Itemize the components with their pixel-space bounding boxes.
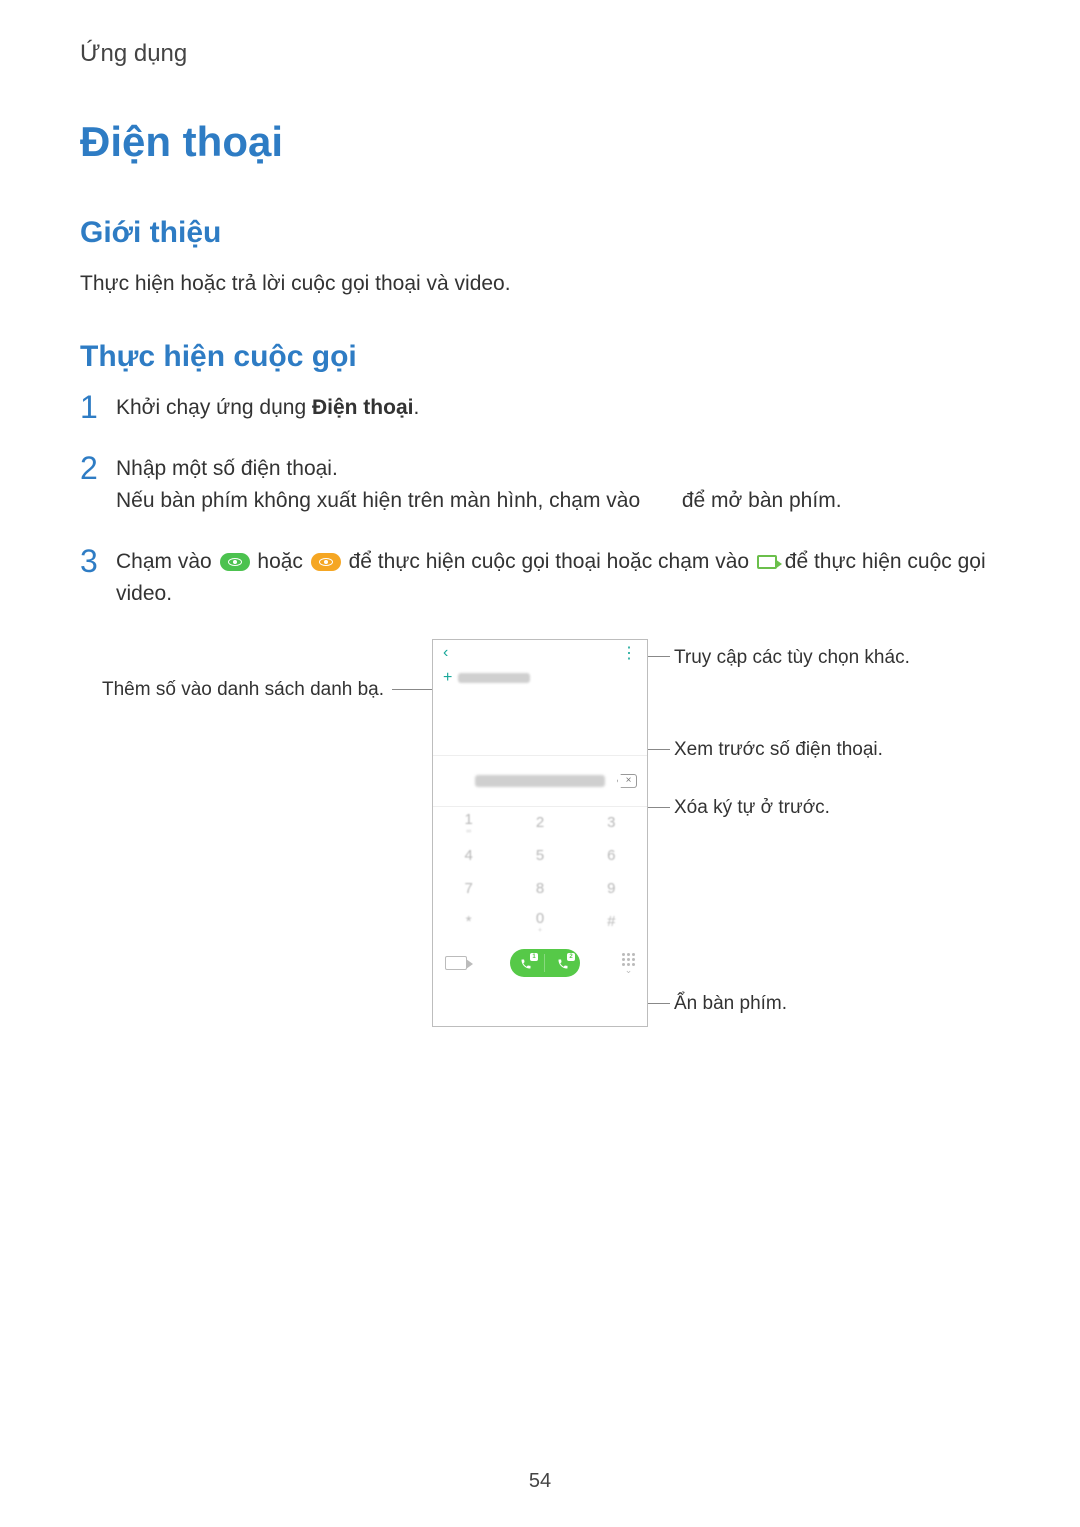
dial-key[interactable]: 8 [504,873,575,906]
callout-more-options: Truy cập các tùy chọn khác. [674,647,910,669]
callout-hide-keypad: Ẩn bàn phím. [674,993,787,1015]
step-3-b: hoặc [257,550,308,573]
add-contact-icon[interactable]: + [443,670,452,686]
dialer-figure: Thêm số vào danh sách danh bạ. Truy cập … [80,639,1000,1069]
call-divider [544,954,545,972]
back-icon[interactable]: ‹ [443,644,448,662]
dial-key[interactable]: 5 [504,840,575,873]
contact-name-placeholder [458,673,530,683]
dial-keypad[interactable]: 1∞23 456 789 *0+# [433,806,647,939]
dial-key[interactable]: # [576,906,647,939]
dial-key[interactable]: 1∞ [433,807,504,840]
dial-key[interactable]: 2 [504,807,575,840]
step-body: Chạm vào hoặc để thực hiện cuộc gọi thoạ… [112,546,1000,611]
step-number: 2 [80,451,112,486]
step-3-c: để thực hiện cuộc gọi thoại hoặc chạm và… [349,550,755,573]
callout-add-contact: Thêm số vào danh sách danh bạ. [102,679,384,701]
dial-key[interactable]: 0+ [504,906,575,939]
page-number: 54 [0,1470,1080,1493]
callout-preview-number: Xem trước số điện thoại. [674,739,883,761]
breadcrumb-header: Ứng dụng [80,40,1000,68]
call-orange-icon [311,553,341,571]
step-number: 3 [80,544,112,579]
step-body: Nhập một số điện thoại. Nếu bàn phím khô… [112,453,1000,518]
sim-1-badge: 1 [530,953,538,961]
video-call-button-icon[interactable] [445,956,467,970]
section-intro-heading: Giới thiệu [80,216,1000,250]
callout-delete-char: Xóa ký tự ở trước. [674,797,830,819]
dial-key[interactable]: 7 [433,873,504,906]
step-1-pre: Khởi chạy ứng dụng [116,396,312,419]
entered-number [475,775,605,787]
section-makecall-heading: Thực hiện cuộc gọi [80,340,1000,374]
step-body: Khởi chạy ứng dụng Điện thoại. [112,392,1000,425]
step-2-line2b: để mở bàn phím. [682,489,842,512]
call-button[interactable]: 1 2 [510,949,580,977]
step-2-line2a: Nếu bàn phím không xuất hiện trên màn hì… [116,489,646,512]
section-intro-text: Thực hiện hoặc trả lời cuộc gọi thoại và… [80,268,1000,300]
more-options-icon[interactable]: ⋮ [621,643,637,663]
step-1-bold: Điện thoại [312,396,414,419]
phone-mock: ‹ ⋮ + 1∞23456789*0+# [432,639,648,1027]
call-green-icon [220,553,250,571]
step-2: 2 Nhập một số điện thoại. Nếu bàn phím k… [80,453,1000,518]
backspace-icon[interactable] [617,774,637,788]
step-1: 1 Khởi chạy ứng dụng Điện thoại. [80,392,1000,425]
step-2-line1: Nhập một số điện thoại. [116,453,1000,486]
step-number: 1 [80,390,112,425]
page-title: Điện thoại [80,118,1000,166]
hide-keypad-icon[interactable]: ⌄ [622,953,635,973]
video-call-icon [757,555,777,569]
dial-key[interactable]: * [433,906,504,939]
dial-key[interactable]: 3 [576,807,647,840]
step-3: 3 Chạm vào hoặc để thực hiện cuộc gọi th… [80,546,1000,611]
dial-key[interactable]: 4 [433,840,504,873]
dial-key[interactable]: 9 [576,873,647,906]
preview-area [433,686,647,756]
dial-key[interactable]: 6 [576,840,647,873]
step-3-a: Chạm vào [116,550,218,573]
sim-2-badge: 2 [567,953,575,961]
step-1-post: . [413,396,419,419]
